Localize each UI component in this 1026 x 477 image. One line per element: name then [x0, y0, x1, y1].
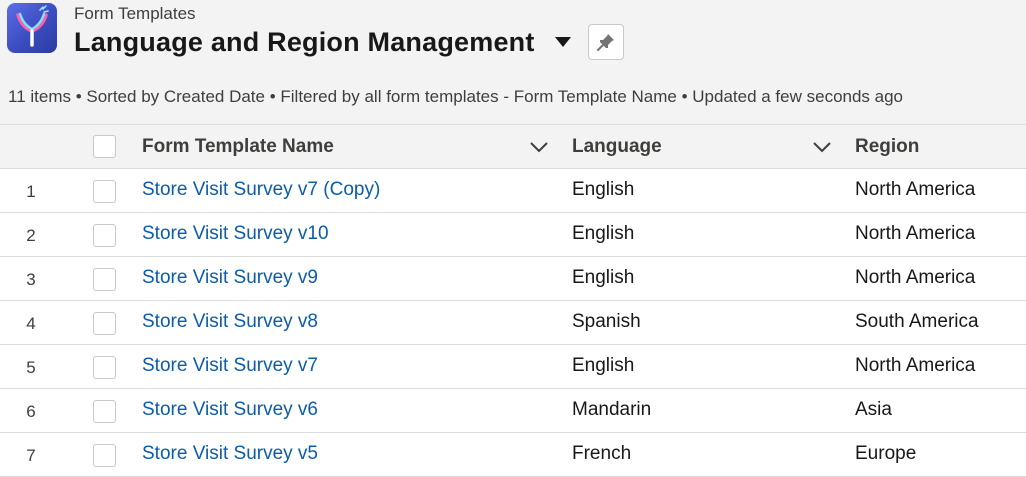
row-checkbox[interactable] [93, 400, 116, 423]
language-cell: French [572, 443, 632, 464]
table-row: 4 Store Visit Survey v8 Spanish South Am… [0, 301, 1026, 345]
region-cell: Europe [855, 443, 917, 464]
pin-icon [596, 32, 616, 52]
row-number: 3 [26, 270, 36, 289]
row-checkbox[interactable] [93, 180, 116, 203]
form-template-name-link[interactable]: Store Visit Survey v7 (Copy) [142, 178, 380, 202]
language-cell: English [572, 267, 635, 288]
language-cell: Mandarin [572, 399, 652, 420]
row-checkbox[interactable] [93, 268, 116, 291]
column-header-form-template-name[interactable]: Form Template Name [142, 135, 334, 159]
table-header: Form Template Name Language Region [0, 124, 1026, 169]
region-cell: South America [855, 311, 979, 332]
region-cell: North America [855, 355, 976, 376]
caret-down-icon[interactable] [553, 32, 573, 52]
region-cell: North America [855, 267, 976, 288]
row-number: 4 [26, 314, 36, 333]
row-checkbox[interactable] [93, 444, 116, 467]
form-template-name-link[interactable]: Store Visit Survey v7 [142, 354, 318, 378]
table-row: 5 Store Visit Survey v7 English North Am… [0, 345, 1026, 389]
language-cell: English [572, 355, 635, 376]
form-template-name-link[interactable]: Store Visit Survey v5 [142, 442, 318, 466]
table-row: 6 Store Visit Survey v6 Mandarin Asia [0, 389, 1026, 433]
row-number: 5 [26, 358, 36, 377]
table-row: 3 Store Visit Survey v9 English North Am… [0, 257, 1026, 301]
region-cell: Asia [855, 399, 892, 420]
region-cell: North America [855, 179, 976, 200]
form-template-name-link[interactable]: Store Visit Survey v6 [142, 398, 318, 422]
row-number: 2 [26, 226, 36, 245]
data-table: Form Template Name Language Region 1 Sto… [0, 124, 1026, 477]
table-row: 1 Store Visit Survey v7 (Copy) English N… [0, 169, 1026, 213]
row-number: 7 [26, 446, 36, 465]
form-template-name-link[interactable]: Store Visit Survey v10 [142, 222, 329, 246]
row-checkbox[interactable] [93, 224, 116, 247]
column-header-region[interactable]: Region [855, 135, 919, 159]
chevron-down-icon[interactable] [529, 137, 549, 157]
form-templates-app-icon [7, 3, 57, 53]
row-number: 1 [26, 182, 36, 201]
table-row: 2 Store Visit Survey v10 English North A… [0, 213, 1026, 257]
list-view-title[interactable]: Language and Region Management [74, 24, 535, 60]
pin-button[interactable] [588, 24, 624, 60]
row-checkbox[interactable] [93, 356, 116, 379]
object-label: Form Templates [74, 4, 196, 23]
list-title-row: Language and Region Management [74, 24, 573, 60]
language-cell: English [572, 223, 635, 244]
language-cell: Spanish [572, 311, 641, 332]
form-template-name-link[interactable]: Store Visit Survey v9 [142, 266, 318, 290]
language-cell: English [572, 179, 635, 200]
row-number: 6 [26, 402, 36, 421]
column-header-language[interactable]: Language [572, 135, 662, 159]
list-info-line: 11 items • Sorted by Created Date • Filt… [8, 87, 904, 106]
chevron-down-icon[interactable] [812, 137, 832, 157]
row-checkbox[interactable] [93, 312, 116, 335]
list-view-header: Form Templates Language and Region Manag… [0, 0, 1026, 124]
region-cell: North America [855, 223, 976, 244]
select-all-checkbox[interactable] [93, 135, 116, 158]
form-template-name-link[interactable]: Store Visit Survey v8 [142, 310, 318, 334]
table-row: 7 Store Visit Survey v5 French Europe [0, 433, 1026, 477]
